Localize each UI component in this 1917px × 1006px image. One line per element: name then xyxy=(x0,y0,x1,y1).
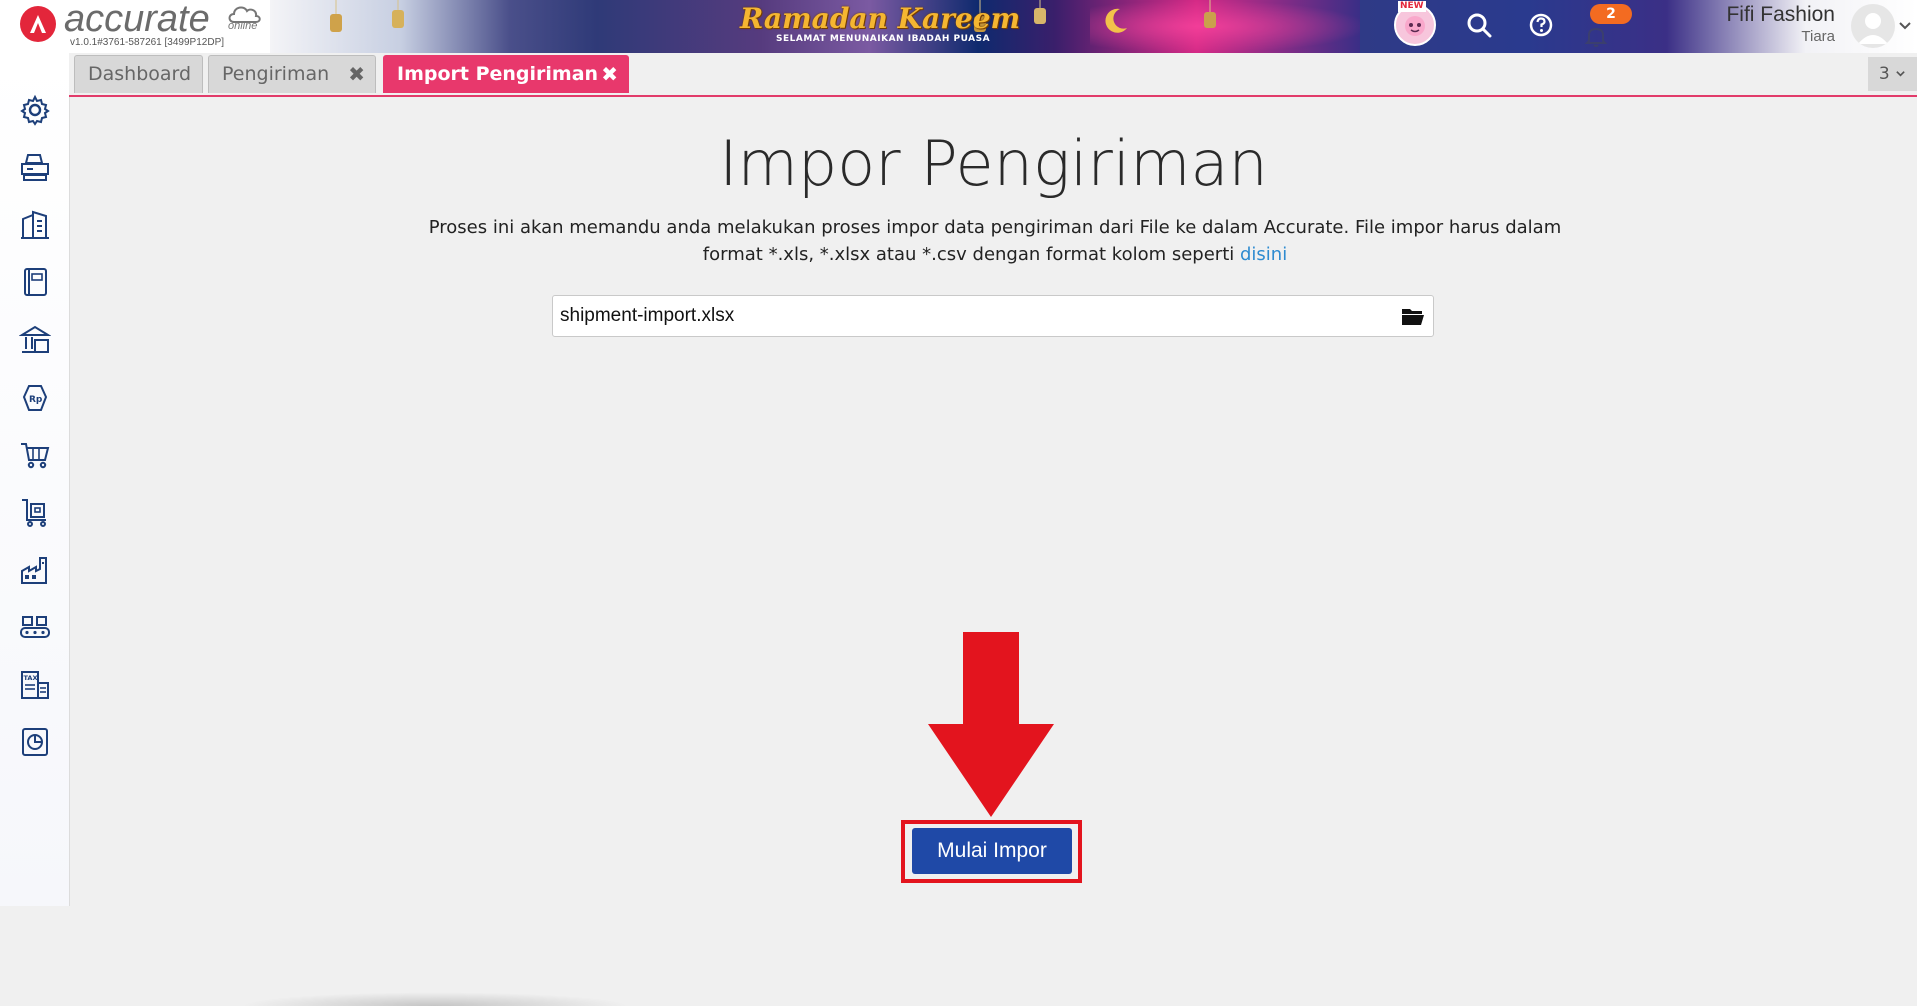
logo-text: accurate xyxy=(64,0,210,40)
user-company[interactable]: Fifi Fashion xyxy=(1726,3,1835,27)
close-icon[interactable]: ✖ xyxy=(348,56,365,92)
building-icon[interactable] xyxy=(18,208,52,242)
conveyor-icon[interactable] xyxy=(18,610,52,644)
lantern-icon xyxy=(1204,0,1216,28)
delivery-cart-icon[interactable] xyxy=(18,495,52,529)
tab-label: Import Pengiriman xyxy=(397,63,599,85)
lantern-icon xyxy=(330,0,342,32)
avatar[interactable] xyxy=(1851,4,1895,48)
tab-count-dropdown[interactable]: 3 xyxy=(1868,57,1917,91)
mascot-icon xyxy=(1405,16,1425,36)
ramadan-banner: Ramadan Kareem SELAMAT MENUNAIKAN IBADAH… xyxy=(270,0,1370,53)
page-title: Impor Pengiriman xyxy=(719,127,1268,200)
page-description: Proses ini akan memandu anda melakukan p… xyxy=(400,214,1590,268)
crescent-moon-icon xyxy=(1100,6,1130,40)
user-name[interactable]: Tiara xyxy=(1801,28,1835,45)
file-input[interactable] xyxy=(560,296,1380,336)
tab-import-pengiriman[interactable]: Import Pengiriman ✖ xyxy=(383,55,629,93)
cart-icon[interactable] xyxy=(18,438,52,472)
tab-dashboard[interactable]: Dashboard xyxy=(74,55,203,93)
gear-icon[interactable] xyxy=(18,93,52,127)
tab-label: Pengiriman xyxy=(222,63,330,85)
banner-subtitle: SELAMAT MENUNAIKAN IBADAH PUASA xyxy=(776,34,991,44)
toast-shadow xyxy=(240,992,630,1006)
new-badge: NEW xyxy=(1398,1,1426,12)
logo-area[interactable]: accurate online v1.0.1#3761-587261 [3499… xyxy=(0,0,270,53)
svg-text:TAX: TAX xyxy=(24,674,38,682)
sidebar: Rp TAX xyxy=(0,53,70,906)
app-header: accurate online v1.0.1#3761-587261 [3499… xyxy=(0,0,1917,54)
start-import-button[interactable]: Mulai Impor xyxy=(912,828,1072,874)
description-text: Proses ini akan memandu anda melakukan p… xyxy=(428,217,1562,265)
chevron-down-icon[interactable] xyxy=(1898,18,1912,37)
lantern-icon xyxy=(1034,0,1046,24)
main-content: Impor Pengiriman Proses ini akan memandu… xyxy=(70,97,1917,1006)
tab-count: 3 xyxy=(1878,64,1890,84)
folder-icon[interactable] xyxy=(1401,306,1425,330)
book-icon[interactable] xyxy=(18,265,52,299)
tax-icon[interactable]: TAX xyxy=(18,668,52,702)
user-avatar-icon xyxy=(1858,13,1888,44)
lantern-icon xyxy=(392,0,404,28)
chevron-down-icon xyxy=(1896,71,1905,77)
tab-pengiriman[interactable]: Pengiriman ✖ xyxy=(208,55,376,93)
svg-text:Rp: Rp xyxy=(29,395,43,405)
tab-label: Dashboard xyxy=(88,63,192,85)
factory-icon[interactable] xyxy=(18,553,52,587)
version-label: v1.0.1#3761-587261 [3499P12DP] xyxy=(70,37,225,48)
price-tag-icon[interactable]: Rp xyxy=(18,380,52,414)
close-icon[interactable]: ✖ xyxy=(601,56,618,92)
annotation-arrow-icon xyxy=(928,632,1054,821)
file-picker[interactable] xyxy=(552,295,1434,337)
search-icon[interactable] xyxy=(1466,12,1492,42)
report-icon[interactable] xyxy=(18,725,52,759)
notification-count-badge[interactable]: 2 xyxy=(1590,4,1632,24)
banner-title: Ramadan Kareem xyxy=(740,2,1021,35)
format-link[interactable]: disini xyxy=(1240,244,1287,265)
bank-icon[interactable] xyxy=(18,323,52,357)
help-icon[interactable] xyxy=(1528,12,1554,42)
banner-glow xyxy=(1090,0,1370,53)
printer-icon[interactable] xyxy=(18,150,52,184)
logo-suffix: online xyxy=(228,20,258,32)
tab-bar: Dashboard Pengiriman ✖ Import Pengiriman… xyxy=(69,53,1917,97)
accurate-logo-icon xyxy=(20,6,56,42)
bell-icon[interactable] xyxy=(1584,24,1608,52)
